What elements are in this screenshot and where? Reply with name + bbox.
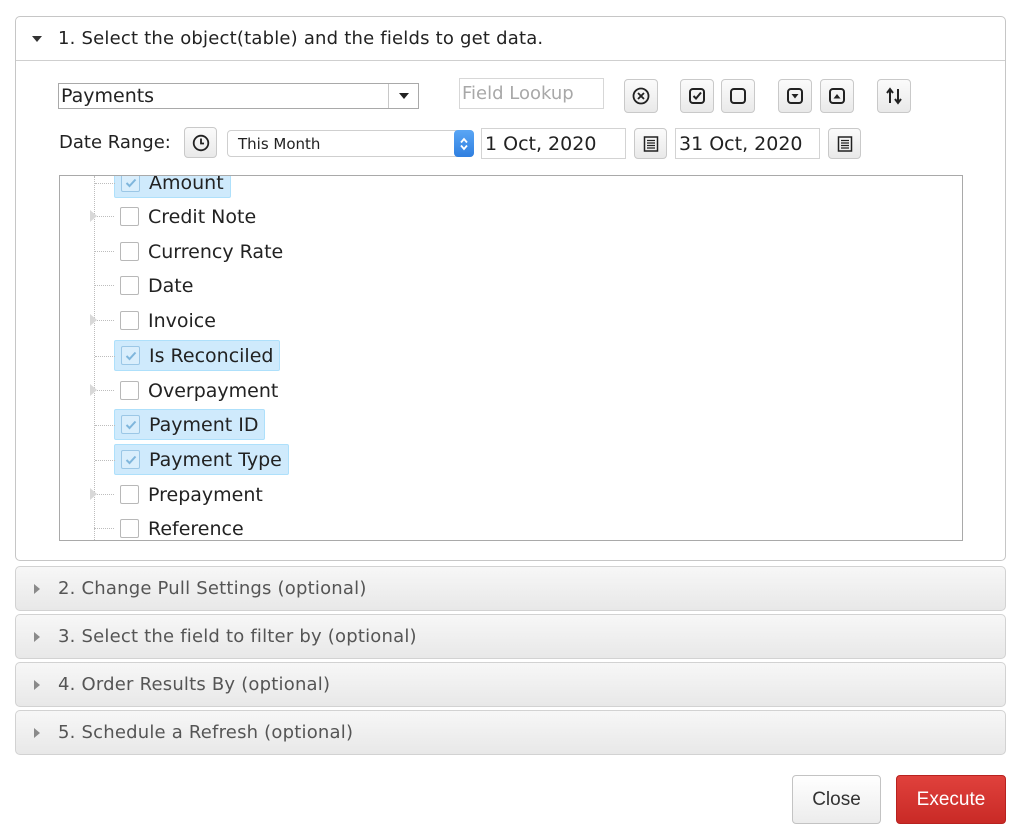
tree-item-label: Reference	[148, 517, 244, 540]
tree-item-label: Credit Note	[148, 205, 257, 228]
section-header-1[interactable]: 1. Select the object(table) and the fiel…	[16, 17, 1005, 61]
tree-item-amount[interactable]: Amount	[95, 175, 231, 198]
tree-item-overpayment[interactable]: Overpayment	[90, 375, 284, 406]
expand-arrow-icon[interactable]	[90, 314, 97, 326]
tree-item-payment-type[interactable]: Payment Type	[95, 444, 289, 475]
checkbox-checked-icon[interactable]	[121, 176, 140, 192]
tree-item-invoice[interactable]: Invoice	[90, 305, 222, 336]
collapse-all-button[interactable]	[820, 79, 854, 113]
date-to-input[interactable]: 31 Oct, 2020	[675, 128, 820, 159]
checkbox-icon[interactable]	[120, 276, 139, 295]
collapse-arrow-icon	[16, 35, 58, 42]
checkbox-icon[interactable]	[120, 311, 139, 330]
clock-icon	[192, 134, 209, 151]
date-range-clock-button[interactable]	[184, 127, 217, 158]
section-filter-field[interactable]: 3. Select the field to filter by (option…	[15, 614, 1006, 659]
chevron-down-icon[interactable]	[388, 84, 418, 108]
date-from-value: 1 Oct, 2020	[485, 132, 597, 155]
checkbox-checked-icon[interactable]	[121, 450, 140, 469]
object-select-value: Payments	[61, 85, 155, 107]
tree-item-date[interactable]: Date	[94, 270, 199, 301]
expand-all-button[interactable]	[778, 79, 812, 113]
object-select[interactable]: Payments	[58, 83, 419, 109]
tree-item-prepayment[interactable]: Prepayment	[90, 479, 269, 510]
date-range-label: Date Range:	[59, 132, 171, 153]
tree-item-label: Is Reconciled	[149, 344, 274, 367]
sort-button[interactable]	[877, 79, 911, 113]
tree-connector-line	[94, 176, 95, 540]
section-header-3[interactable]: 3. Select the field to filter by (option…	[16, 615, 1005, 658]
section-header-5[interactable]: 5. Schedule a Refresh (optional)	[16, 711, 1005, 754]
clear-circle-icon	[632, 87, 650, 105]
checkbox-icon[interactable]	[120, 207, 139, 226]
expand-all-icon	[787, 88, 803, 104]
checkbox-icon[interactable]	[120, 485, 139, 504]
section-header-4[interactable]: 4. Order Results By (optional)	[16, 663, 1005, 706]
expand-arrow-icon[interactable]	[90, 488, 97, 500]
uncheck-all-button[interactable]	[721, 79, 755, 113]
tree-item-label: Payment Type	[149, 448, 282, 471]
tree-item-label: Amount	[149, 175, 224, 194]
select-arrows-icon	[454, 130, 474, 157]
execute-button[interactable]: Execute	[896, 775, 1006, 824]
expand-arrow-icon	[16, 679, 58, 690]
checkbox-checked-icon[interactable]	[121, 346, 140, 365]
checkbox-checked-icon[interactable]	[121, 415, 140, 434]
tree-item-label: Overpayment	[148, 379, 279, 402]
checkbox-icon[interactable]	[120, 519, 139, 538]
tree-item-label: Currency Rate	[148, 240, 284, 263]
clear-button[interactable]	[624, 79, 658, 113]
field-tree[interactable]: Amount Credit Note Currency Rate Date In…	[59, 175, 963, 541]
section-title-5: 5. Schedule a Refresh (optional)	[58, 722, 354, 743]
date-range-preset-select[interactable]: This Month	[227, 130, 474, 157]
field-lookup-input[interactable]	[459, 78, 604, 109]
tree-item-payment-id[interactable]: Payment ID	[95, 409, 266, 440]
check-all-button[interactable]	[680, 79, 714, 113]
section-pull-settings[interactable]: 2. Change Pull Settings (optional)	[15, 566, 1006, 611]
tree-item-currency-rate[interactable]: Currency Rate	[94, 236, 289, 267]
date-from-calendar-button[interactable]	[634, 128, 667, 159]
tree-item-label: Prepayment	[148, 483, 263, 506]
tree-item-is-reconciled[interactable]: Is Reconciled	[95, 340, 281, 371]
tree-item-credit-note[interactable]: Credit Note	[90, 201, 262, 232]
date-range-preset-value: This Month	[238, 134, 321, 153]
calendar-icon	[837, 135, 852, 152]
section-schedule-refresh[interactable]: 5. Schedule a Refresh (optional)	[15, 710, 1006, 755]
section-title-1: 1. Select the object(table) and the fiel…	[58, 28, 544, 49]
close-button[interactable]: Close	[792, 775, 881, 824]
tree-item-label: Invoice	[148, 309, 216, 332]
uncheck-all-icon	[730, 88, 746, 104]
tree-item-label: Date	[148, 274, 194, 297]
collapse-all-icon	[829, 88, 845, 104]
section-title-3: 3. Select the field to filter by (option…	[58, 626, 417, 647]
date-from-input[interactable]: 1 Oct, 2020	[481, 128, 626, 159]
date-to-calendar-button[interactable]	[828, 128, 861, 159]
tree-item-reference[interactable]: Reference	[94, 513, 250, 540]
expand-arrow-icon[interactable]	[90, 384, 97, 396]
checkbox-icon[interactable]	[120, 381, 139, 400]
expand-arrow-icon	[16, 583, 58, 594]
section-order-results[interactable]: 4. Order Results By (optional)	[15, 662, 1006, 707]
calendar-icon	[643, 135, 658, 152]
date-to-value: 31 Oct, 2020	[679, 132, 803, 155]
checkbox-icon[interactable]	[120, 242, 139, 261]
sort-icon	[886, 87, 902, 105]
section-header-2[interactable]: 2. Change Pull Settings (optional)	[16, 567, 1005, 610]
check-all-icon	[689, 88, 705, 104]
expand-arrow-icon	[16, 631, 58, 642]
tree-item-label: Payment ID	[149, 413, 259, 436]
expand-arrow-icon	[16, 727, 58, 738]
section-title-4: 4. Order Results By (optional)	[58, 674, 331, 695]
expand-arrow-icon[interactable]	[90, 210, 97, 222]
section-title-2: 2. Change Pull Settings (optional)	[58, 578, 367, 599]
